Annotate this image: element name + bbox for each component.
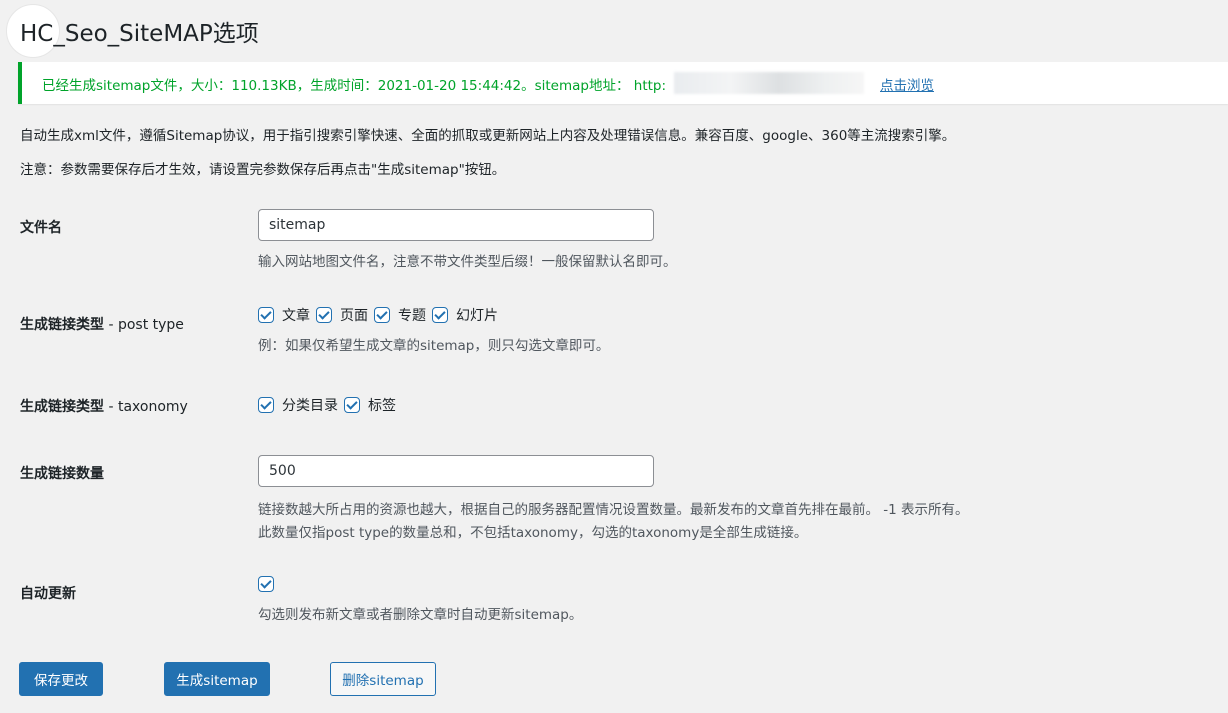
post-type-help: 例：如果仅希望生成文章的sitemap，则只勾选文章即可。	[258, 338, 610, 354]
auto-update-help: 勾选则发布新文章或者删除文章时自动更新sitemap。	[258, 607, 583, 623]
taxonomy-label-light: - taxonomy	[104, 399, 188, 415]
post-type-checkboxes: 文章 页面 专题 幻灯片	[258, 305, 504, 325]
checkbox-checked-icon[interactable]	[316, 307, 332, 323]
checkbox-checked-icon[interactable]	[258, 307, 274, 323]
checkbox-slide[interactable]: 幻灯片	[432, 305, 502, 325]
blurred-url	[674, 72, 864, 94]
generate-sitemap-button[interactable]: 生成sitemap	[164, 662, 270, 696]
checkbox-label: 幻灯片	[456, 308, 498, 324]
filename-label: 文件名	[20, 220, 62, 236]
count-help-1: 链接数越大所占用的资源也越大，根据自己的服务器配置情况设置数量。最新发布的文章首…	[258, 502, 969, 518]
delete-sitemap-button[interactable]: 删除sitemap	[330, 662, 436, 696]
auto-update-label: 自动更新	[20, 586, 76, 602]
filename-input[interactable]	[258, 209, 654, 241]
checkbox-topic[interactable]: 专题	[374, 305, 430, 325]
taxonomy-label: 生成链接类型 - taxonomy	[20, 396, 188, 416]
checkbox-page[interactable]: 页面	[316, 305, 372, 325]
intro-note: 注意：参数需要保存后才生效，请设置完参数保存后再点击"生成sitemap"按钮。	[20, 162, 506, 178]
checkbox-checked-icon[interactable]	[374, 307, 390, 323]
checkbox-category[interactable]: 分类目录	[258, 395, 342, 415]
auto-update-checkbox-wrap	[258, 576, 282, 592]
checkbox-post[interactable]: 文章	[258, 305, 314, 325]
checkbox-checked-icon[interactable]	[344, 397, 360, 413]
notice-text: 已经生成sitemap文件，大小：110.13KB，生成时间：2021-01-2…	[42, 78, 667, 94]
taxonomy-label-strong: 生成链接类型	[20, 399, 104, 415]
checkbox-label: 专题	[398, 308, 426, 324]
checkbox-tag[interactable]: 标签	[344, 395, 400, 415]
checkbox-label: 页面	[340, 308, 368, 324]
count-label: 生成链接数量	[20, 466, 104, 482]
count-help-2: 此数量仅指post type的数量总和，不包括taxonomy，勾选的taxon…	[258, 525, 808, 541]
view-sitemap-link[interactable]: 点击浏览	[880, 74, 934, 94]
success-notice: 已经生成sitemap文件，大小：110.13KB，生成时间：2021-01-2…	[18, 62, 1228, 104]
taxonomy-checkboxes: 分类目录 标签	[258, 395, 402, 415]
post-type-label: 生成链接类型 - post type	[20, 314, 184, 334]
checkbox-label: 标签	[368, 398, 396, 414]
post-type-label-light: - post type	[104, 317, 184, 333]
post-type-label-strong: 生成链接类型	[20, 317, 104, 333]
checkbox-checked-icon[interactable]	[258, 397, 274, 413]
auto-update-checkbox[interactable]	[258, 576, 274, 592]
checkbox-checked-icon[interactable]	[432, 307, 448, 323]
filename-help: 输入网站地图文件名，注意不带文件类型后缀！一般保留默认名即可。	[258, 254, 677, 270]
checkbox-label: 分类目录	[282, 398, 338, 414]
checkbox-label: 文章	[282, 308, 310, 324]
page-title: HC_Seo_SiteMAP选项	[20, 21, 259, 47]
save-button[interactable]: 保存更改	[19, 662, 103, 696]
intro-description: 自动生成xml文件，遵循Sitemap协议，用于指引搜索引擎快速、全面的抓取或更…	[20, 128, 956, 144]
count-input[interactable]	[258, 455, 654, 487]
